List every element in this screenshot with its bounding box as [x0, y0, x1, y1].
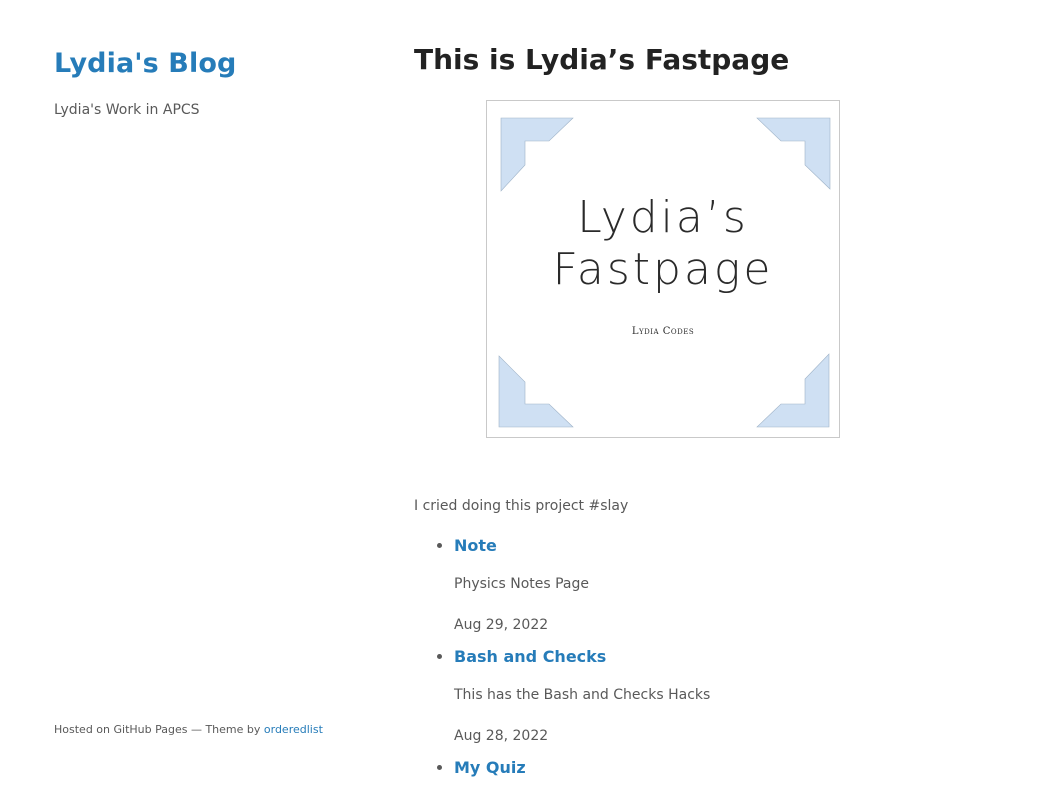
corner-bottom-left	[498, 355, 574, 428]
page: Lydia's Blog Lydia's Work in APCS Hosted…	[0, 0, 1063, 799]
site-footer: Hosted on GitHub Pages — Theme by ordere…	[54, 722, 323, 738]
corner-top-left	[500, 117, 574, 192]
footer-text: Hosted on GitHub Pages — Theme by	[54, 723, 264, 736]
cover-title-line2: Fastpage	[552, 244, 774, 295]
page-title: This is Lydia’s Fastpage	[414, 43, 790, 76]
site-description: Lydia's Work in APCS	[54, 102, 200, 118]
site-header: Lydia's Blog Lydia's Work in APCS	[54, 44, 354, 120]
post-list: Note Physics Notes Page Aug 29, 2022 Bas…	[414, 534, 710, 780]
cover-subtitle: Lydia Codes	[631, 326, 695, 337]
corner-bottom-right	[756, 353, 830, 428]
post-date: Aug 28, 2022	[454, 728, 549, 744]
post-date: Aug 29, 2022	[454, 617, 549, 633]
post-description: Physics Notes Page	[454, 576, 590, 592]
corner-top-right	[756, 117, 831, 190]
intro-text: I cried doing this project #slay	[414, 498, 629, 514]
cover-image: Lydia’s Fastpage Lydia Codes	[486, 100, 840, 438]
theme-link[interactable]: orderedlist	[264, 723, 323, 736]
main-content: This is Lydia’s Fastpage Lydia’s Fastpag…	[414, 40, 1014, 777]
post-title-link[interactable]: Note	[454, 534, 710, 558]
post-item-note: Note Physics Notes Page Aug 29, 2022	[454, 534, 710, 635]
post-item-bash-and-checks: Bash and Checks This has the Bash and Ch…	[454, 645, 710, 746]
post-description: This has the Bash and Checks Hacks	[454, 687, 711, 703]
site-title-link[interactable]: Lydia's Blog	[54, 44, 236, 84]
post-title-link[interactable]: Bash and Checks	[454, 645, 710, 669]
post-item-my-quiz: My Quiz	[454, 756, 710, 780]
cover-title-line1: Lydia’s	[577, 192, 749, 243]
post-title-link[interactable]: My Quiz	[454, 756, 710, 780]
